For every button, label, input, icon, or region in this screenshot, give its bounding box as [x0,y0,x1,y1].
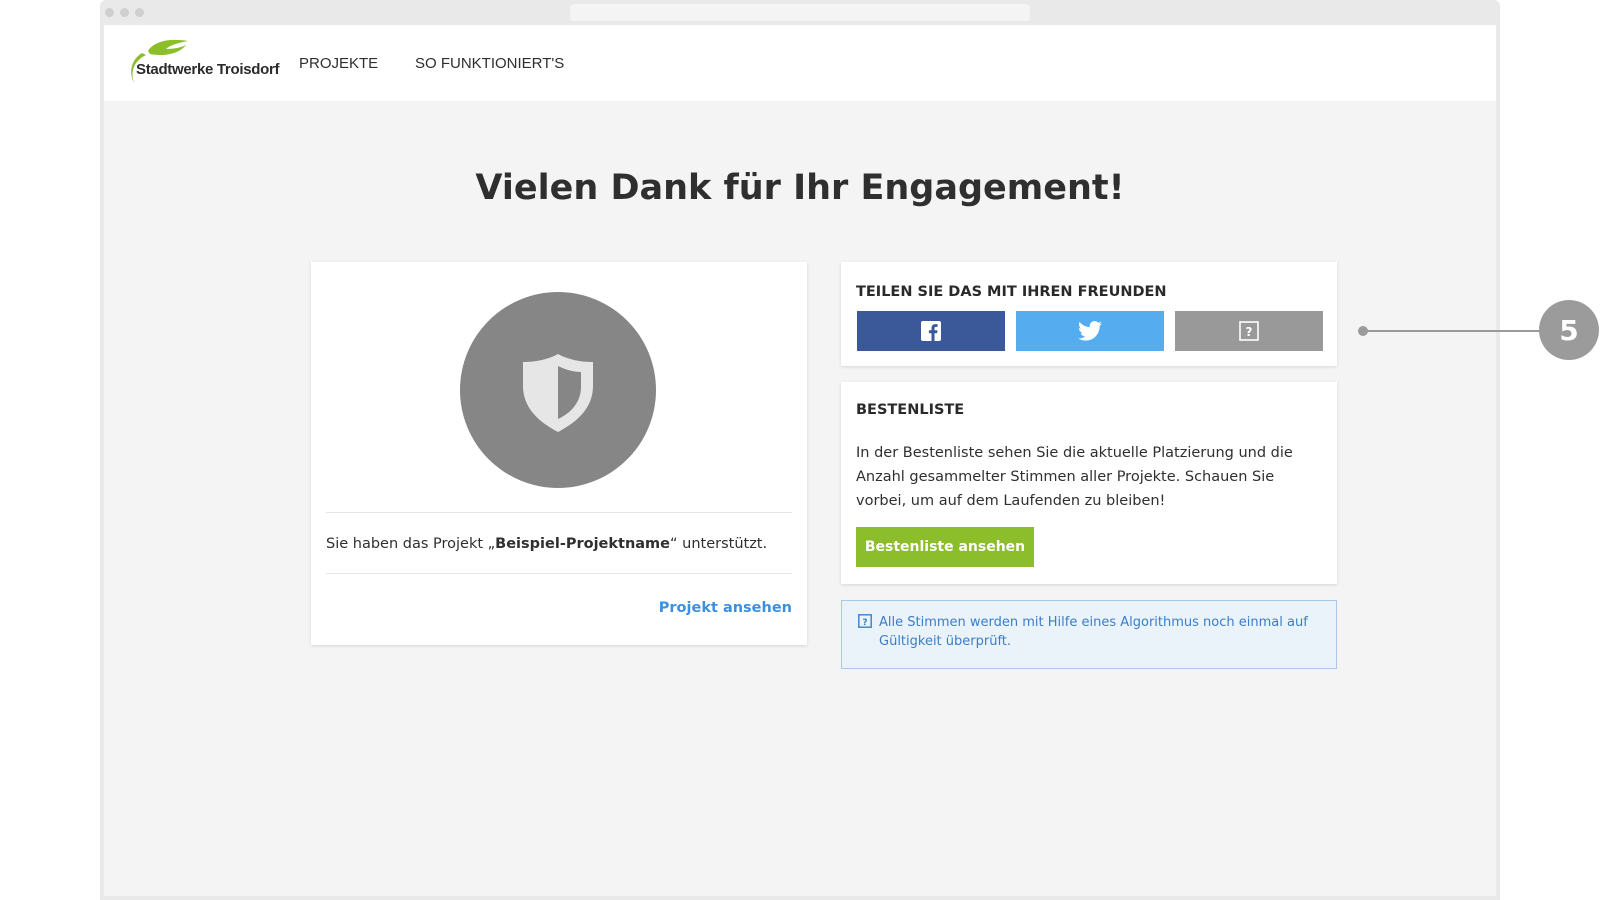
help-icon: ? [1239,321,1259,341]
annotation-line [1363,330,1545,332]
twitter-icon [1078,321,1102,341]
window-dot[interactable] [105,8,114,17]
svg-text:?: ? [862,618,867,628]
top-navigation: Stadtwerke Troisdorf PROJEKTE SO FUNKTIO… [104,25,1496,101]
support-message: Sie haben das Projekt „Beispiel-Projektn… [326,536,767,552]
view-leaderboard-button[interactable]: Bestenliste ansehen [856,527,1034,567]
facebook-icon [921,321,941,341]
window-dot[interactable] [135,8,144,17]
browser-window: Stadtwerke Troisdorf PROJEKTE SO FUNKTIO… [100,0,1500,900]
facebook-share-button[interactable] [857,311,1005,351]
twitter-share-button[interactable] [1016,311,1164,351]
page-title: Vielen Dank für Ihr Engagement! [475,168,1125,208]
support-text-after: “ unterstützt. [670,536,768,552]
page-viewport: Stadtwerke Troisdorf PROJEKTE SO FUNKTIO… [104,25,1496,896]
brand-logo[interactable]: Stadtwerke Troisdorf [126,39,280,87]
window-controls [105,8,144,17]
brand-name: Stadtwerke Troisdorf [136,61,280,78]
annotation-badge: 5 [1539,300,1599,360]
other-share-button[interactable]: ? [1175,311,1323,351]
share-heading: TEILEN SIE DAS MIT IHREN FREUNDEN [856,284,1167,300]
divider [326,512,792,513]
address-bar[interactable] [570,4,1030,21]
shield-icon [523,354,593,432]
info-box: ? Alle Stimmen werden mit Hilfe eines Al… [841,600,1337,669]
support-text-before: Sie haben das Projekt „ [326,536,496,552]
leaderboard-card: BESTENLISTE In der Bestenliste sehen Sie… [841,382,1337,584]
badge-circle [460,292,656,488]
leaderboard-heading: BESTENLISTE [856,402,965,418]
project-name: Beispiel-Projektname [495,536,671,552]
project-card: Sie haben das Projekt „Beispiel-Projektn… [311,262,807,645]
info-text: Alle Stimmen werden mit Hilfe eines Algo… [879,615,1308,649]
share-card: TEILEN SIE DAS MIT IHREN FREUNDEN ? [841,262,1337,366]
svg-text:?: ? [1246,325,1253,339]
nav-item-projekte[interactable]: PROJEKTE [299,55,378,72]
leaderboard-description: In der Bestenliste sehen Sie die aktuell… [856,445,1293,509]
window-dot[interactable] [120,8,129,17]
help-icon: ? [858,614,872,628]
nav-item-so-funktionierts[interactable]: SO FUNKTIONIERT'S [415,55,564,72]
view-project-link[interactable]: Projekt ansehen [659,600,792,616]
divider [326,573,792,574]
